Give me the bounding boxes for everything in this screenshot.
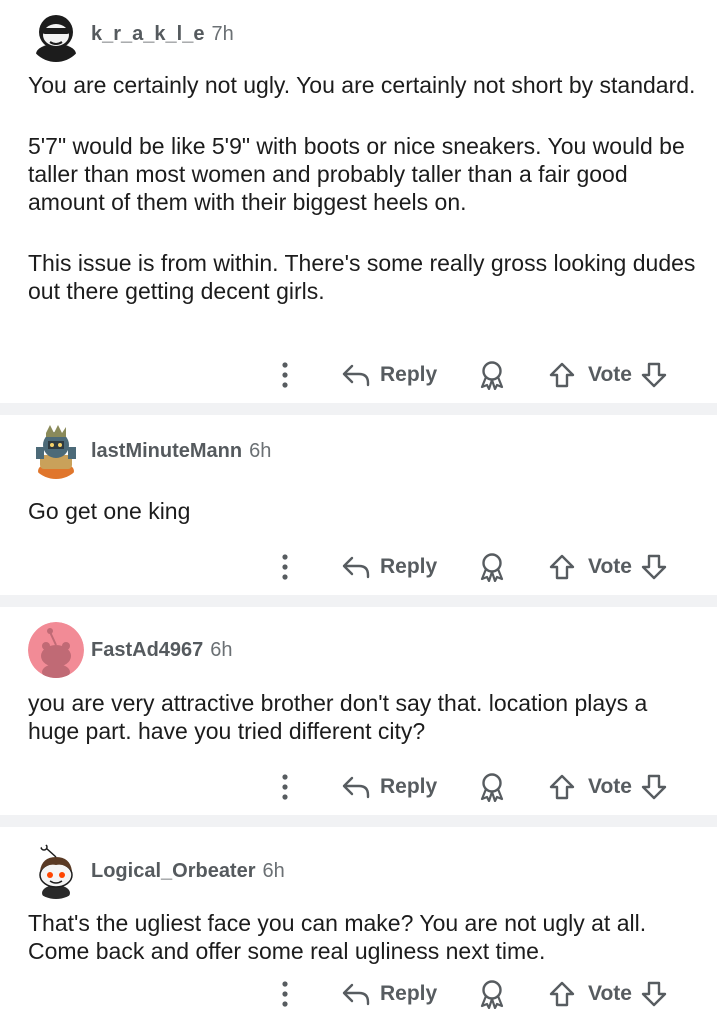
- comment-paragraph: That's the ugliest face you can make? Yo…: [28, 910, 647, 964]
- avatar[interactable]: [28, 622, 84, 678]
- reply-button[interactable]: Reply: [342, 767, 437, 807]
- award-icon: [480, 980, 504, 1009]
- avatar[interactable]: [28, 843, 84, 899]
- award-button[interactable]: [478, 547, 506, 587]
- more-options-button[interactable]: [276, 355, 294, 395]
- timestamp: 7h: [211, 22, 234, 45]
- award-icon: [480, 773, 504, 802]
- comment-body: That's the ugliest face you can make? Yo…: [28, 909, 698, 965]
- more-vertical-icon: [282, 774, 288, 800]
- vote-controls: Vote: [548, 547, 668, 587]
- more-vertical-icon: [282, 981, 288, 1007]
- reply-button[interactable]: Reply: [342, 355, 437, 395]
- award-icon: [480, 361, 504, 390]
- comment-paragraph: you are very attractive brother don't sa…: [28, 690, 648, 744]
- comment-body: You are certainly not ugly. You are cert…: [28, 71, 698, 305]
- comment-body: you are very attractive brother don't sa…: [28, 689, 698, 745]
- arrow-down-icon[interactable]: [640, 980, 668, 1008]
- reply-arrow-icon: [342, 983, 370, 1006]
- comment-header: Logical_Orbeater 6h: [28, 843, 285, 899]
- arrow-down-icon[interactable]: [640, 553, 668, 581]
- comment-paragraph: 5'7" would be like 5'9" with boots or ni…: [28, 133, 685, 215]
- comment-paragraph: Go get one king: [28, 498, 191, 524]
- arrow-down-icon[interactable]: [640, 361, 668, 389]
- comment-paragraph: You are certainly not ugly. You are cert…: [28, 72, 696, 98]
- avatar[interactable]: [28, 6, 84, 62]
- comment-actions: Reply Vote: [0, 974, 717, 1014]
- username[interactable]: FastAd4967: [91, 639, 203, 662]
- arrow-up-icon[interactable]: [548, 980, 576, 1008]
- more-options-button[interactable]: [276, 767, 294, 807]
- vote-controls: Vote: [548, 974, 668, 1014]
- username[interactable]: Logical_Orbeater: [91, 860, 256, 883]
- arrow-up-icon[interactable]: [548, 773, 576, 801]
- reply-arrow-icon: [342, 364, 370, 387]
- award-button[interactable]: [478, 767, 506, 807]
- comment-actions: Reply Vote: [0, 355, 717, 395]
- reply-arrow-icon: [342, 776, 370, 799]
- vote-controls: Vote: [548, 767, 668, 807]
- timestamp: 6h: [249, 439, 272, 462]
- comment-actions: Reply Vote: [0, 767, 717, 807]
- reply-label: Reply: [380, 555, 438, 578]
- comment-body: Go get one king: [28, 497, 698, 525]
- vote-controls: Vote: [548, 355, 668, 395]
- timestamp: 6h: [262, 859, 285, 882]
- avatar[interactable]: [28, 423, 84, 479]
- comment-separator: [0, 815, 717, 827]
- more-options-button[interactable]: [276, 547, 294, 587]
- more-vertical-icon: [282, 362, 288, 388]
- award-button[interactable]: [478, 974, 506, 1014]
- arrow-up-icon[interactable]: [548, 553, 576, 581]
- reply-arrow-icon: [342, 556, 370, 579]
- comment-header: lastMinuteMann 6h: [28, 423, 271, 479]
- comment-actions: Reply Vote: [0, 547, 717, 587]
- comment-header: FastAd4967 6h: [28, 622, 233, 678]
- username[interactable]: k_r_a_k_l_e: [91, 23, 204, 46]
- comment-separator: [0, 595, 717, 607]
- reply-label: Reply: [380, 982, 438, 1005]
- username[interactable]: lastMinuteMann: [91, 440, 242, 463]
- more-vertical-icon: [282, 554, 288, 580]
- vote-label: Vote: [588, 982, 632, 1005]
- reply-button[interactable]: Reply: [342, 547, 437, 587]
- vote-label: Vote: [588, 775, 632, 798]
- timestamp: 6h: [210, 638, 233, 661]
- comment-separator: [0, 403, 717, 415]
- reply-button[interactable]: Reply: [342, 974, 437, 1014]
- reply-label: Reply: [380, 775, 438, 798]
- more-options-button[interactable]: [276, 974, 294, 1014]
- vote-label: Vote: [588, 555, 632, 578]
- comment-header: k_r_a_k_l_e 7h: [28, 6, 234, 62]
- award-button[interactable]: [478, 355, 506, 395]
- vote-label: Vote: [588, 363, 632, 386]
- arrow-down-icon[interactable]: [640, 773, 668, 801]
- reply-label: Reply: [380, 363, 438, 386]
- arrow-up-icon[interactable]: [548, 361, 576, 389]
- award-icon: [480, 553, 504, 582]
- comment-paragraph: This issue is from within. There's some …: [28, 250, 696, 304]
